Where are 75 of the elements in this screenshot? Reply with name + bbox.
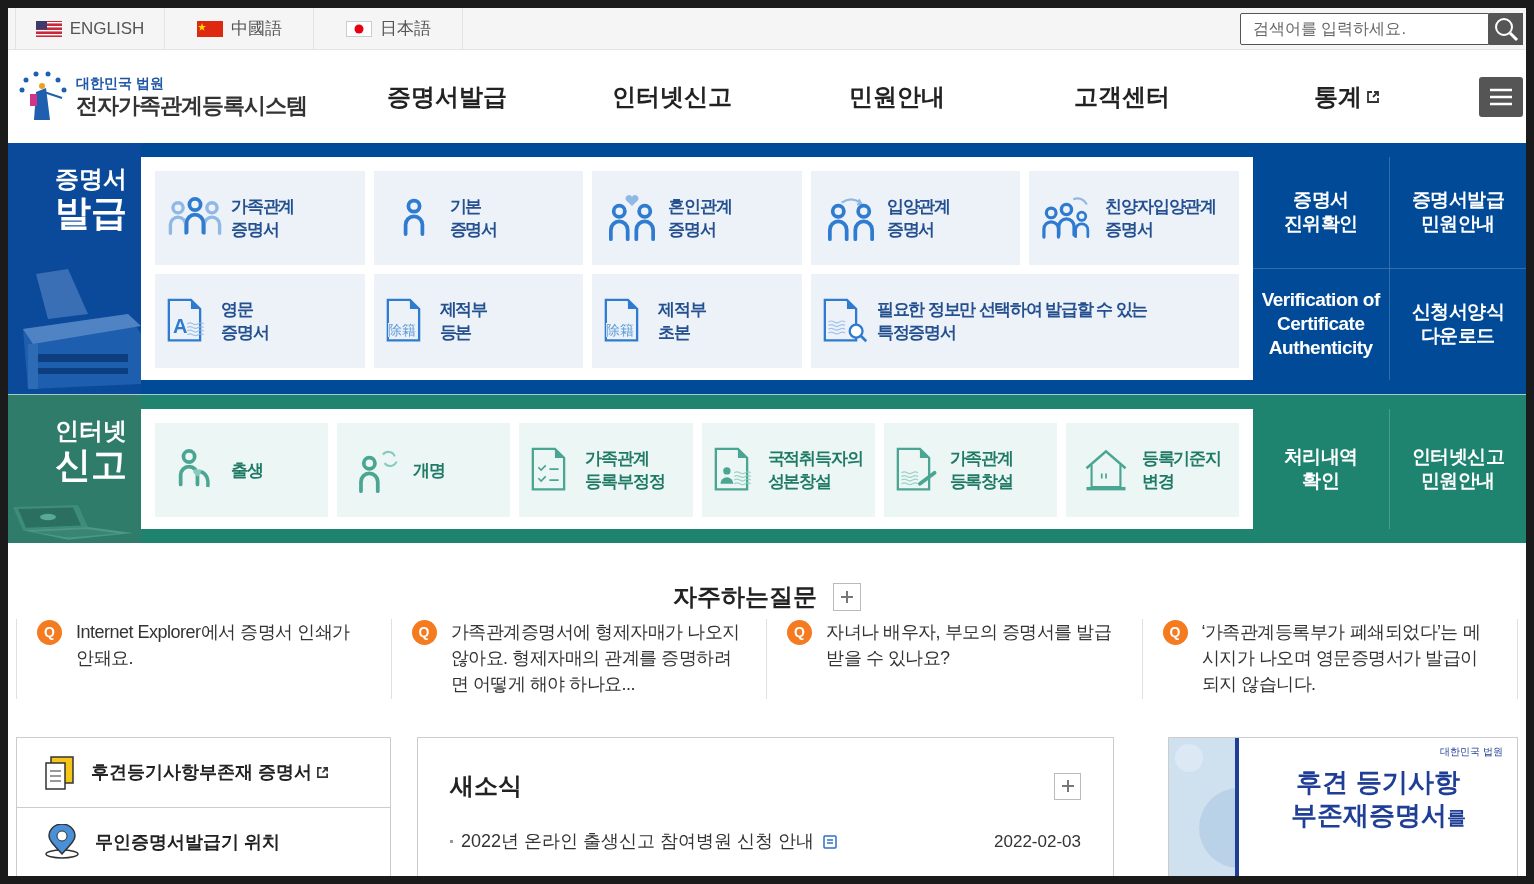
site-logo[interactable]: 대한민국 법원 전자가족관계등록시스템	[16, 69, 334, 124]
service-tile[interactable]: 등록기준지 변경	[1065, 423, 1239, 517]
nav-link[interactable]: 인터넷신고	[559, 78, 784, 115]
nav-link[interactable]: 민원안내	[784, 78, 1009, 115]
question-badge: Q	[37, 620, 62, 645]
external-link-icon	[316, 766, 329, 779]
quick-link[interactable]: 인터넷신고 민원안내	[1389, 409, 1526, 529]
search-field[interactable]: 검색어를 입력하세요.	[1240, 12, 1489, 45]
icon-label: A	[173, 316, 188, 336]
question-badge: Q	[1162, 620, 1188, 645]
section-heading: 증명서	[55, 165, 127, 193]
quick-link[interactable]: 증명서 진위확인	[1253, 157, 1390, 269]
external-link-icon	[1365, 89, 1380, 104]
section-heading: 발급	[55, 193, 127, 233]
faq-item[interactable]: Q Internet Explorer에서 증명서 인쇄가 안돼요.	[16, 619, 392, 699]
news-date: 2022-02-03	[994, 830, 1081, 853]
shortcut-link[interactable]: 무인증명서발급기 위치	[17, 807, 390, 876]
service-tile[interactable]: 입양관계 증명서	[810, 171, 1021, 265]
service-tile[interactable]: 혼인관계 증명서	[592, 171, 802, 265]
quick-link[interactable]: Verification of Certificate Authenticity	[1253, 268, 1390, 380]
service-tile[interactable]: 除籍 제적부 초본	[592, 274, 802, 368]
faq-item[interactable]: Q ‘가족관계등록부가 폐쇄되었다’는 메시지가 나오며 영문증명서가 발급이 되지 않습니다.	[1142, 619, 1518, 699]
news-link[interactable]: 2022년 온라인 출생신고 참여병원 신청 안내	[450, 828, 815, 855]
language-link[interactable]: ENGLISH	[15, 8, 165, 49]
flag-icon	[196, 20, 223, 37]
service-tile[interactable]: 가족관계 등록창설	[883, 423, 1057, 517]
icon-label: 除籍	[387, 323, 416, 337]
quick-link[interactable]: 증명서발급 민원안내	[1389, 157, 1526, 269]
location-pin-icon	[43, 824, 81, 860]
question-badge: Q	[787, 620, 812, 645]
search-button[interactable]	[1489, 12, 1523, 45]
document-icon	[822, 833, 839, 850]
flag-icon	[35, 20, 62, 37]
faq-item[interactable]: Q 자녀나 배우자, 부모의 증명서를 발급 받을 수 있나요?	[767, 619, 1143, 699]
menu-icon	[1490, 87, 1512, 106]
service-tile[interactable]: 필요한 정보만 선택하여 발급할 수 있는 특정증명서	[810, 274, 1239, 368]
more-button[interactable]	[833, 583, 861, 611]
logo-subtitle: 대한민국 법원	[76, 73, 165, 92]
language-link[interactable]: 日本語	[313, 8, 463, 49]
menu-button[interactable]	[1479, 76, 1523, 117]
document-icon	[43, 754, 77, 791]
section-title: 자주하는질문	[673, 582, 817, 612]
language-link[interactable]: 中國語	[164, 8, 314, 49]
more-button[interactable]	[1054, 772, 1081, 800]
service-tile[interactable]: 가족관계 증명서	[155, 171, 365, 265]
faq-item[interactable]: Q 가족관계증명서에 형제자매가 나오지 않아요. 형제자매의 관계를 증명하려면 어떻게 해야 하나요...	[391, 619, 767, 699]
banner-headline: 부존재증명서 를	[1290, 799, 1466, 832]
document-search-icon	[822, 297, 869, 345]
logo-title: 전자가족관계등록시스템	[76, 91, 307, 120]
service-tile[interactable]: 친양자입양관계 증명서	[1029, 171, 1239, 265]
service-tile[interactable]: 국적취득자의 성본창설	[701, 423, 875, 517]
plus-icon	[1060, 779, 1075, 793]
flag-icon	[345, 20, 372, 37]
banner-org: 대한민국 법원	[1440, 746, 1503, 758]
service-tile[interactable]: 기본 증명서	[373, 171, 584, 265]
service-tile[interactable]: A 영문 증명서	[155, 274, 365, 368]
service-tile[interactable]: 除籍 제적부 등본	[373, 274, 584, 368]
service-tile[interactable]: 출생	[155, 423, 329, 517]
icon-label: 除籍	[606, 323, 635, 337]
nav-link[interactable]: 고객센터	[1009, 78, 1234, 115]
nav-link[interactable]: 통계	[1234, 78, 1459, 115]
question-badge: Q	[411, 620, 437, 645]
service-tile[interactable]: 가족관계 등록부정정	[519, 423, 693, 517]
plus-icon	[840, 590, 854, 604]
shortcut-link[interactable]: 후견등기사항부존재 증명서	[17, 738, 390, 807]
nav-link[interactable]: 증명서발급	[334, 78, 559, 115]
quick-link[interactable]: 신청서양식 다운로드	[1389, 268, 1526, 380]
search-icon	[1493, 15, 1519, 42]
promo-banner[interactable]: 대한민국 법원 후견 등기사항 부존재증명서 를	[1168, 737, 1518, 876]
service-tile[interactable]: 개명	[337, 423, 511, 517]
banner-headline: 후견 등기사항	[1296, 766, 1460, 798]
panel-title: 새소식	[450, 771, 522, 801]
section-heading: 신고	[55, 445, 127, 485]
quick-link[interactable]: 처리내역 확인	[1253, 409, 1390, 529]
section-heading: 인터넷	[55, 417, 127, 445]
